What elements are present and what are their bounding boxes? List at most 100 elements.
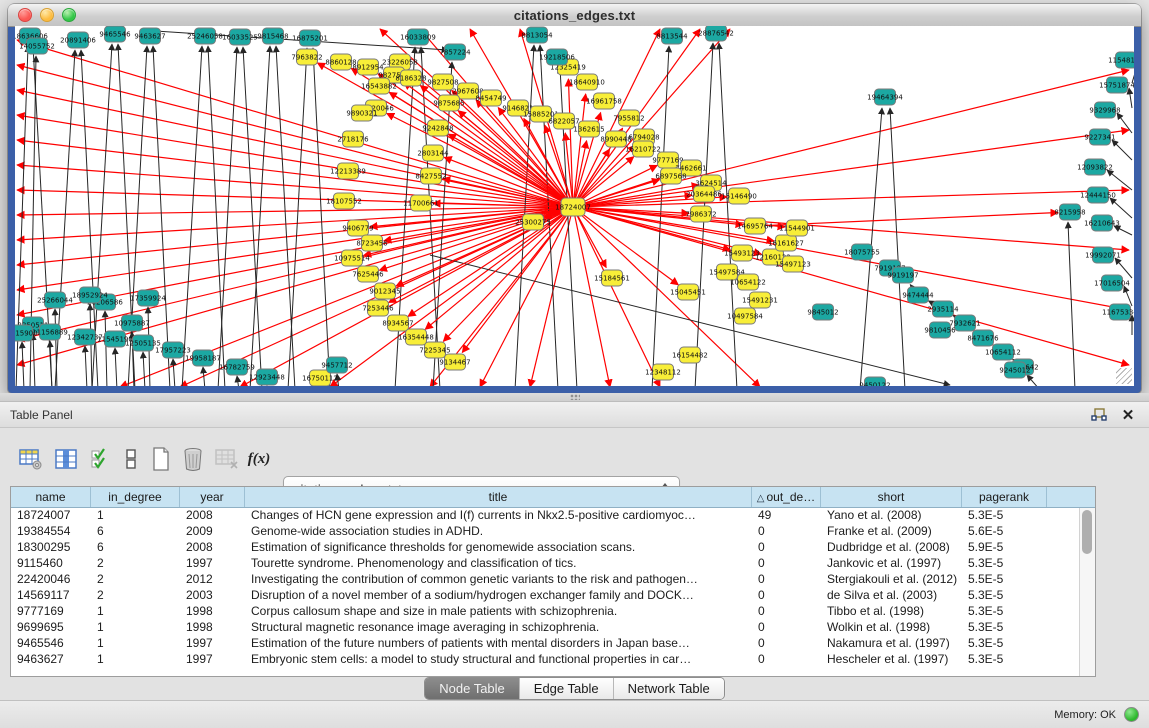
citation-edge-red[interactable] bbox=[573, 130, 1129, 207]
close-panel-icon[interactable]: ✕ bbox=[1117, 406, 1139, 424]
citation-edge-black[interactable] bbox=[719, 43, 737, 386]
citation-edge-black[interactable] bbox=[143, 352, 145, 386]
table-cell: Disruption of a novel member of a sodium… bbox=[245, 588, 752, 604]
table-cell: 18300295 bbox=[11, 540, 91, 556]
column-header-title[interactable]: title bbox=[245, 487, 752, 507]
citation-edge-red[interactable] bbox=[17, 40, 573, 207]
citation-edge-black[interactable] bbox=[1124, 286, 1132, 306]
table-mode-icon[interactable] bbox=[18, 446, 44, 472]
memory-ok-indicator-icon[interactable] bbox=[1124, 707, 1139, 722]
network-canvas[interactable]: 1872400779638228860128891295423226058982… bbox=[15, 26, 1134, 386]
table-row[interactable]: 1830029562008Estimation of significance … bbox=[11, 540, 1080, 556]
minimize-window-button[interactable] bbox=[40, 8, 54, 22]
citation-edge-red[interactable] bbox=[17, 207, 573, 215]
column-header-short[interactable]: short bbox=[821, 487, 962, 507]
network-window-titlebar[interactable]: citations_edges.txt bbox=[8, 4, 1141, 27]
column-header-name[interactable]: name bbox=[11, 487, 91, 507]
citation-edge-black[interactable] bbox=[890, 108, 905, 386]
graph-node-label: 8723456 bbox=[356, 240, 388, 248]
citation-edge-black[interactable] bbox=[288, 48, 307, 386]
show-columns-icon[interactable] bbox=[53, 446, 79, 472]
column-header-year[interactable]: year bbox=[180, 487, 245, 507]
column-header-pagerank[interactable]: pagerank bbox=[962, 487, 1047, 507]
citation-edge-black[interactable] bbox=[1107, 170, 1132, 190]
table-row[interactable]: 1938455462009Genome-wide association stu… bbox=[11, 524, 1080, 540]
citation-edge-red[interactable] bbox=[17, 115, 573, 207]
table-cell: 2 bbox=[91, 572, 180, 588]
graph-node-label: 16543882 bbox=[361, 83, 397, 91]
citation-edge-black[interactable] bbox=[173, 359, 175, 386]
tab-node-table[interactable]: Node Table bbox=[425, 678, 520, 699]
citation-edge-black[interactable] bbox=[1110, 198, 1132, 218]
rows-icon[interactable] bbox=[118, 446, 144, 472]
table-cell: 1997 bbox=[180, 636, 245, 652]
table-cell: Estimation of the future numbers of pati… bbox=[245, 636, 752, 652]
table-row[interactable]: 1872400712008Changes of HCN gene express… bbox=[11, 508, 1080, 524]
table-vertical-scrollbar[interactable] bbox=[1079, 508, 1095, 676]
graph-node-label: 2803144 bbox=[417, 150, 449, 158]
table-row[interactable]: 946554611997Estimation of the future num… bbox=[11, 636, 1080, 652]
citation-edge-black[interactable] bbox=[153, 46, 170, 386]
citation-edge-black[interactable] bbox=[1027, 375, 1040, 386]
citation-edge-black[interactable] bbox=[1117, 113, 1132, 133]
graph-node-label: 19464394 bbox=[867, 94, 903, 102]
citation-edge-red[interactable] bbox=[573, 207, 1129, 365]
column-header-out_de[interactable]: △out_de… bbox=[752, 487, 821, 507]
tab-edge-table[interactable]: Edge Table bbox=[520, 678, 614, 699]
citation-edge-black[interactable] bbox=[237, 376, 239, 386]
window-resize-grip[interactable] bbox=[1116, 368, 1132, 384]
citation-edge-black[interactable] bbox=[1068, 222, 1075, 386]
zoom-window-button[interactable] bbox=[62, 8, 76, 22]
float-window-icon[interactable] bbox=[1089, 406, 1109, 424]
table-cell: 6 bbox=[91, 524, 180, 540]
graph-node-label: 7625446 bbox=[352, 271, 384, 279]
table-row[interactable]: 969969511998Structural magnetic resonanc… bbox=[11, 620, 1080, 636]
citation-edge-black[interactable] bbox=[218, 47, 237, 386]
graph-node-label: 15146490 bbox=[721, 193, 757, 201]
citation-edge-black[interactable] bbox=[276, 46, 295, 386]
delete-columns-icon[interactable] bbox=[180, 446, 206, 472]
network-graph[interactable]: 1872400779638228860128891295423226058982… bbox=[15, 26, 1134, 386]
table-row[interactable]: 911546021997Tourette syndrome. Phenomeno… bbox=[11, 556, 1080, 572]
table-row[interactable]: 946362711997Embryonic stem cells: a mode… bbox=[11, 652, 1080, 668]
citation-edge-black[interactable] bbox=[208, 46, 225, 386]
graph-node-label: 15184561 bbox=[594, 275, 630, 283]
function-builder-icon[interactable]: f(x) bbox=[246, 446, 272, 472]
table-cell: 0 bbox=[752, 636, 821, 652]
table-row[interactable]: 1456911722003Disruption of a novel membe… bbox=[11, 588, 1080, 604]
citation-edge-red[interactable] bbox=[17, 207, 573, 340]
graph-node-label: 2718176 bbox=[337, 136, 369, 144]
table-cell: 5.3E-5 bbox=[962, 636, 1047, 652]
citation-edge-black[interactable] bbox=[243, 47, 262, 386]
graph-node-label: 23226058 bbox=[382, 59, 418, 67]
panel-splitter[interactable] bbox=[0, 393, 1149, 401]
citation-edge-black[interactable] bbox=[1129, 88, 1132, 108]
citation-edge-red[interactable] bbox=[573, 207, 610, 386]
citation-edge-red[interactable] bbox=[573, 207, 660, 386]
citation-edge-black[interactable] bbox=[85, 346, 87, 386]
table-row[interactable]: 977716911998Corpus callosum shape and si… bbox=[11, 604, 1080, 620]
citation-edge-black[interactable] bbox=[250, 46, 270, 386]
citation-edge-black[interactable] bbox=[1112, 140, 1132, 160]
new-column-icon[interactable] bbox=[148, 446, 174, 472]
close-window-button[interactable] bbox=[18, 8, 32, 22]
citation-edge-red[interactable] bbox=[480, 207, 573, 386]
splitter-handle[interactable] bbox=[570, 394, 580, 400]
graph-node-label: 12093822 bbox=[1077, 164, 1113, 172]
citation-edge-black[interactable] bbox=[182, 46, 202, 386]
table-cell: Yano et al. (2008) bbox=[821, 508, 962, 524]
citation-edge-red[interactable] bbox=[17, 90, 573, 207]
citation-edge-black[interactable] bbox=[105, 311, 107, 386]
graph-node-label: 8186328 bbox=[395, 75, 426, 83]
citation-edge-black[interactable] bbox=[313, 48, 330, 386]
graph-node-label: 10497584 bbox=[727, 313, 763, 321]
tab-network-table[interactable]: Network Table bbox=[614, 678, 724, 699]
graph-node-label: 9875685 bbox=[433, 100, 464, 108]
citation-edge-red[interactable] bbox=[573, 207, 678, 285]
scrollbar-thumb[interactable] bbox=[1082, 510, 1092, 554]
citation-edge-black[interactable] bbox=[115, 348, 117, 386]
select-columns-icon[interactable] bbox=[88, 446, 114, 472]
column-header-in_degree[interactable]: in_degree bbox=[91, 487, 180, 507]
graph-node-label: 9827508 bbox=[427, 79, 458, 87]
table-row[interactable]: 2242004622012Investigating the contribut… bbox=[11, 572, 1080, 588]
